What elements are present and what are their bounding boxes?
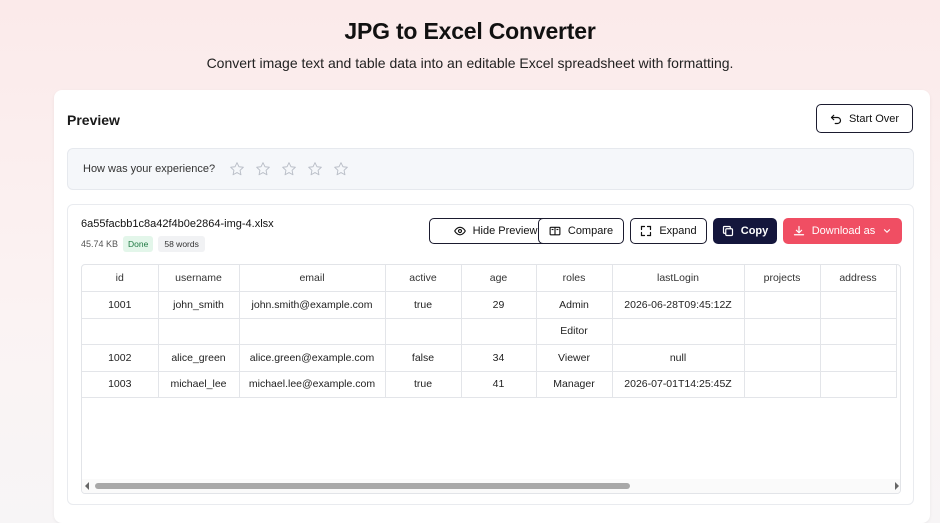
copy-icon [722,225,733,237]
chevron-down-icon [884,229,891,233]
table-cell[interactable]: alice_green [158,344,240,372]
column-header[interactable]: id [82,265,159,292]
table-cell[interactable]: 2026-06-28T09:45:12Z [612,291,745,319]
horizontal-scrollbar[interactable] [82,479,900,493]
feedback-bar: How was your experience? [67,148,914,190]
expand-button[interactable]: Expand [630,218,707,244]
scroll-thumb[interactable] [95,483,630,489]
star-icon[interactable] [229,161,245,177]
table-cell[interactable] [385,318,462,345]
table-cell[interactable]: 41 [461,371,537,398]
book-open-icon [549,226,561,236]
result-card: 6a55facbb1c8a42f4b0e2864-img-4.xlsx 45.7… [67,204,914,505]
table-header-row: id username email active age roles lastLogin pr… [82,265,897,292]
download-label: Download as [811,225,876,237]
table-cell[interactable]: michael_lee [158,371,240,398]
star-icon[interactable] [281,161,297,177]
column-header[interactable]: projects [744,265,821,292]
table-cell[interactable]: michael.lee@example.com [239,371,386,398]
data-table: id username email active age roles lastLogin pr… [82,265,897,398]
file-size: 45.74 KB [81,239,119,249]
column-header[interactable]: address [820,265,897,292]
column-header[interactable]: username [158,265,240,292]
table-cell[interactable] [744,371,821,398]
column-header[interactable]: roles [536,265,613,292]
compare-button[interactable]: Compare [538,218,624,244]
table-cell[interactable]: true [385,291,462,319]
page-title: JPG to Excel Converter [344,18,596,44]
download-icon [793,225,804,236]
file-name: 6a55facbb1c8a42f4b0e2864-img-4.xlsx [81,218,274,230]
table-cell[interactable]: 34 [461,344,537,372]
table-cell[interactable]: 1003 [82,371,159,398]
word-count-badge: 58 words [158,236,205,252]
table-cell[interactable]: Manager [536,371,613,398]
eye-icon [453,226,466,236]
star-rating [229,161,359,177]
table-cell[interactable]: john.smith@example.com [239,291,386,319]
star-icon[interactable] [333,161,349,177]
start-over-button[interactable]: Start Over [816,104,913,133]
table-cell[interactable]: john_smith [158,291,240,319]
column-header[interactable]: age [461,265,537,292]
table-cell[interactable] [461,318,537,345]
column-header[interactable]: active [385,265,462,292]
table-cell[interactable]: null [612,344,745,372]
table-row: 1003 michael_lee michael.lee@example.com tr… [82,371,897,398]
table-cell[interactable] [158,318,240,345]
table-cell[interactable] [744,344,821,372]
table-cell[interactable]: 29 [461,291,537,319]
table-cell[interactable] [744,318,821,345]
compare-label: Compare [567,225,614,237]
table-cell[interactable] [820,344,897,372]
hide-preview-label: Hide Preview [472,225,538,237]
page-subtitle: Convert image text and table data into a… [206,55,734,71]
scroll-left-arrow-icon[interactable] [85,482,89,490]
table-cell[interactable]: Admin [536,291,613,319]
preview-heading: Preview [67,112,120,128]
table-cell[interactable]: Viewer [536,344,613,372]
feedback-question: How was your experience? [83,163,216,175]
start-over-label: Start Over [848,112,900,125]
copy-label: Copy [740,225,769,237]
star-icon[interactable] [255,161,271,177]
copy-button[interactable]: Copy [713,218,777,244]
table-cell[interactable]: true [385,371,462,398]
expand-icon [641,225,652,237]
file-meta: 45.74 KB Done 58 words [81,236,205,252]
table-cell[interactable]: Editor [536,318,613,345]
table-cell[interactable] [239,318,386,345]
table-cell[interactable]: 1002 [82,344,159,372]
table-cell[interactable] [820,371,897,398]
column-header[interactable]: email [239,265,386,292]
download-button[interactable]: Download as [783,218,902,244]
table-cell[interactable]: alice.green@example.com [239,344,386,372]
table-cell[interactable] [612,318,745,345]
column-header[interactable]: lastLogin [612,265,745,292]
table-cell[interactable]: false [385,344,462,372]
table-row: 1001 john_smith john.smith@example.com true… [82,291,897,319]
status-badge: Done [123,236,154,252]
table-cell[interactable] [82,318,159,345]
preview-panel: Preview Start Over How was your experien… [54,90,930,523]
spreadsheet-preview[interactable]: id username email active age roles lastLogin pr… [81,264,901,494]
table-cell[interactable] [820,291,897,319]
table-cell[interactable] [744,291,821,319]
table-row: Editor [82,318,897,345]
table-cell[interactable]: 2026-07-01T14:25:45Z [612,371,745,398]
table-cell[interactable]: 1001 [82,291,159,319]
table-row: 1002 alice_green alice.green@example.com fa… [82,344,897,372]
table-cell[interactable] [820,318,897,345]
expand-label: Expand [659,225,697,237]
undo-icon [830,114,841,124]
star-icon[interactable] [307,161,323,177]
scroll-right-arrow-icon[interactable] [895,482,899,490]
